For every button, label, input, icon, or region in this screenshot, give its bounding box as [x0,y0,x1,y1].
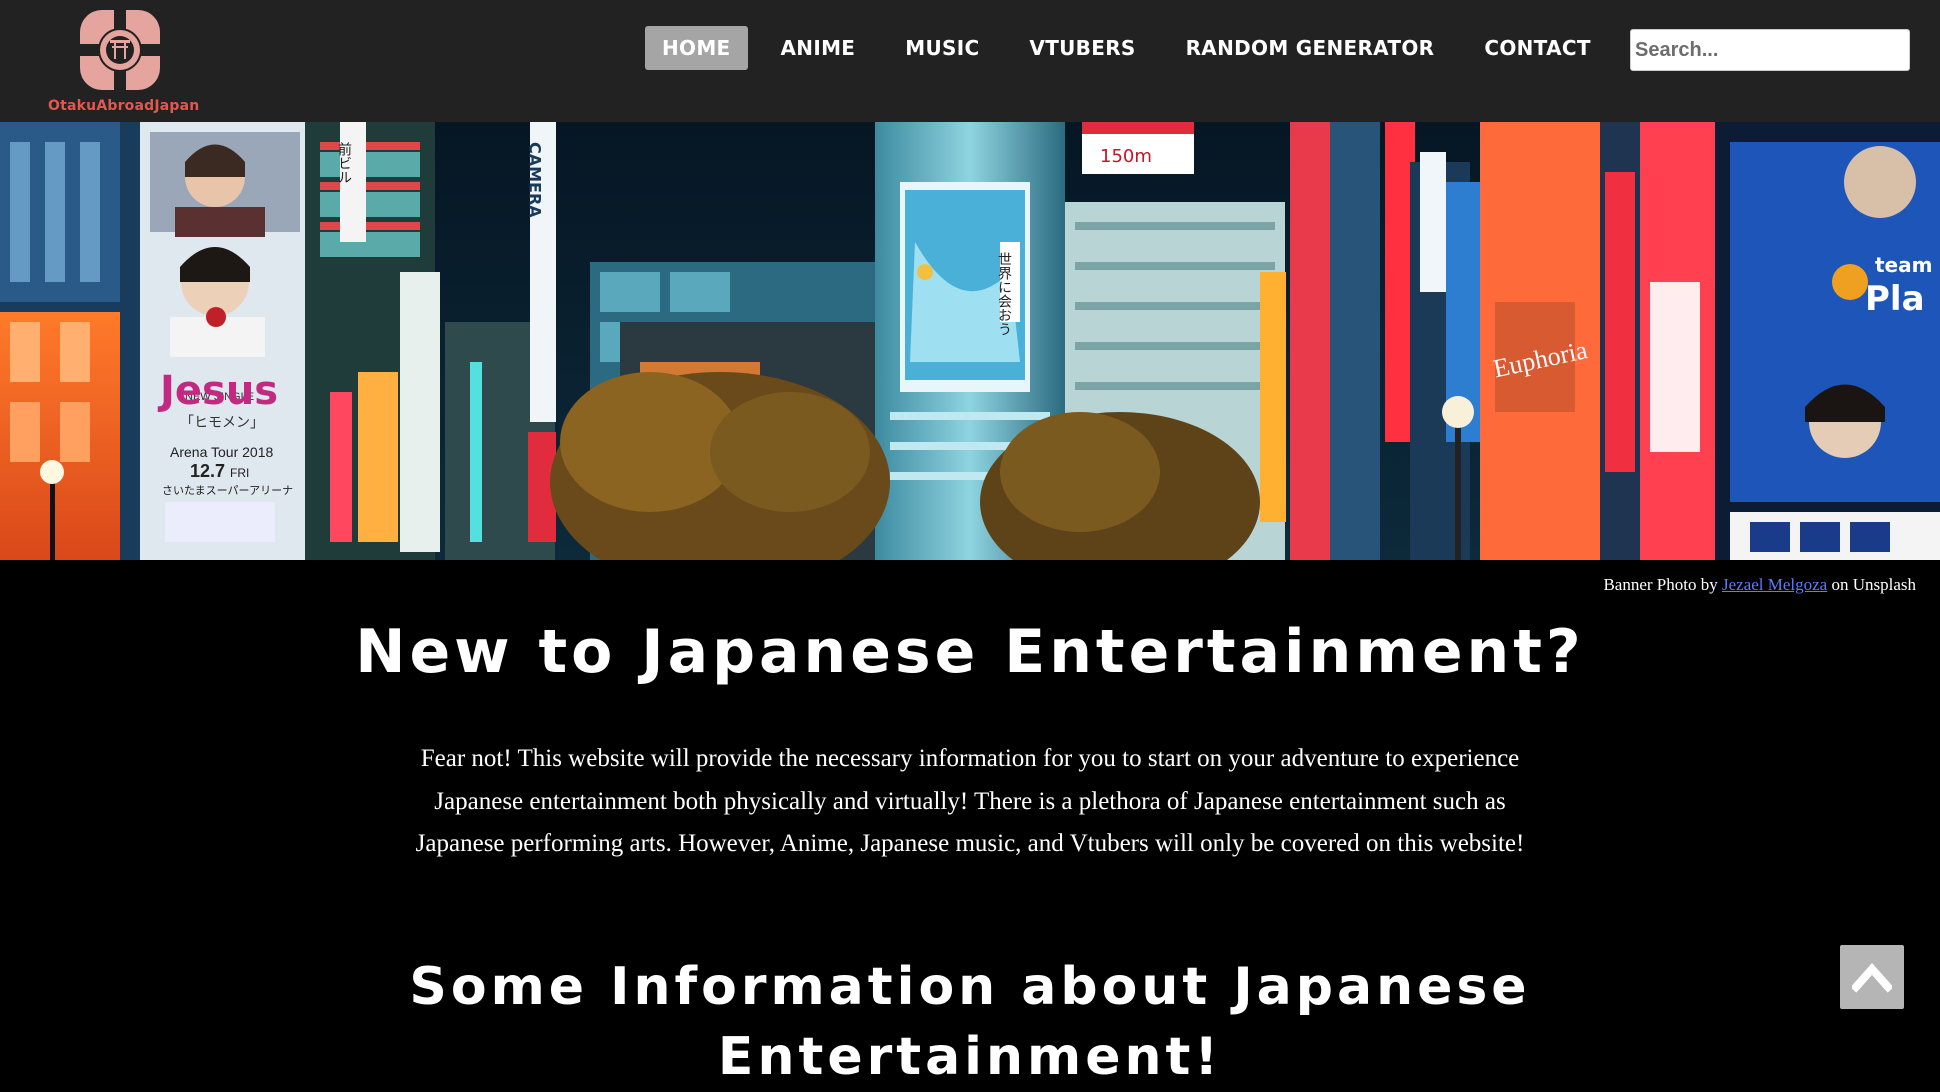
nav-random-generator[interactable]: RANDOM GENERATOR [1169,26,1452,70]
banner-sign-team: team [1875,253,1932,277]
hero-banner: NEW SINGLE Jesus 「ヒモメン」 Arena Tour 2018 … [0,122,1940,560]
banner-sign-himen: 「ヒモメン」 [180,415,264,431]
banner-sign-jesus: Jesus [157,368,278,414]
banner-credit: Banner Photo by Jezael Melgoza on Unspla… [1603,575,1916,595]
section-title: Some Information about Japanese Entertai… [409,957,1531,1087]
banner-sign-mae: 前ビル [336,141,352,184]
credit-prefix: Banner Photo by [1603,575,1722,594]
nav-music[interactable]: MUSIC [888,26,996,70]
credit-author-link[interactable]: Jezael Melgoza [1722,575,1827,594]
intro-paragraph: Fear not! This website will provide the … [415,745,1525,857]
nav-contact[interactable]: CONTACT [1467,26,1607,70]
nav-home[interactable]: HOME [645,26,748,70]
banner-sign-arena: さいたまスーパーアリーナ [162,484,293,497]
chevron-up-icon [1852,962,1892,993]
banner-sign-day: FRI [230,466,249,480]
banner-sign-play: Pla [1865,279,1925,319]
banner-sign-date: 12.7 [190,461,225,481]
banner-sign-sekai: 世界に会おう [996,252,1012,336]
nav-anime[interactable]: ANIME [764,26,873,70]
credit-suffix: on Unsplash [1827,575,1916,594]
nav-vtubers[interactable]: VTUBERS [1012,26,1152,70]
main-nav: HOME ANIME MUSIC VTUBERS RANDOM GENERATO… [645,26,1624,70]
site-logo[interactable]: OtakuAbroadJapan [48,8,200,116]
torii-gate-logo-icon [80,10,160,90]
banner-image: NEW SINGLE Jesus 「ヒモメン」 Arena Tour 2018 … [0,122,1940,560]
brand-name: OtakuAbroadJapan [48,98,200,114]
banner-sign-distance: 150m [1100,146,1152,167]
back-to-top-button[interactable] [1840,945,1904,1009]
search-input[interactable] [1630,29,1910,71]
banner-sign-camera: CAMERA [526,142,545,218]
page-title: New to Japanese Entertainment? [355,617,1585,687]
banner-sign-tour: Arena Tour 2018 [170,444,273,460]
site-header: OtakuAbroadJapan HOME ANIME MUSIC VTUBER… [0,0,1940,122]
